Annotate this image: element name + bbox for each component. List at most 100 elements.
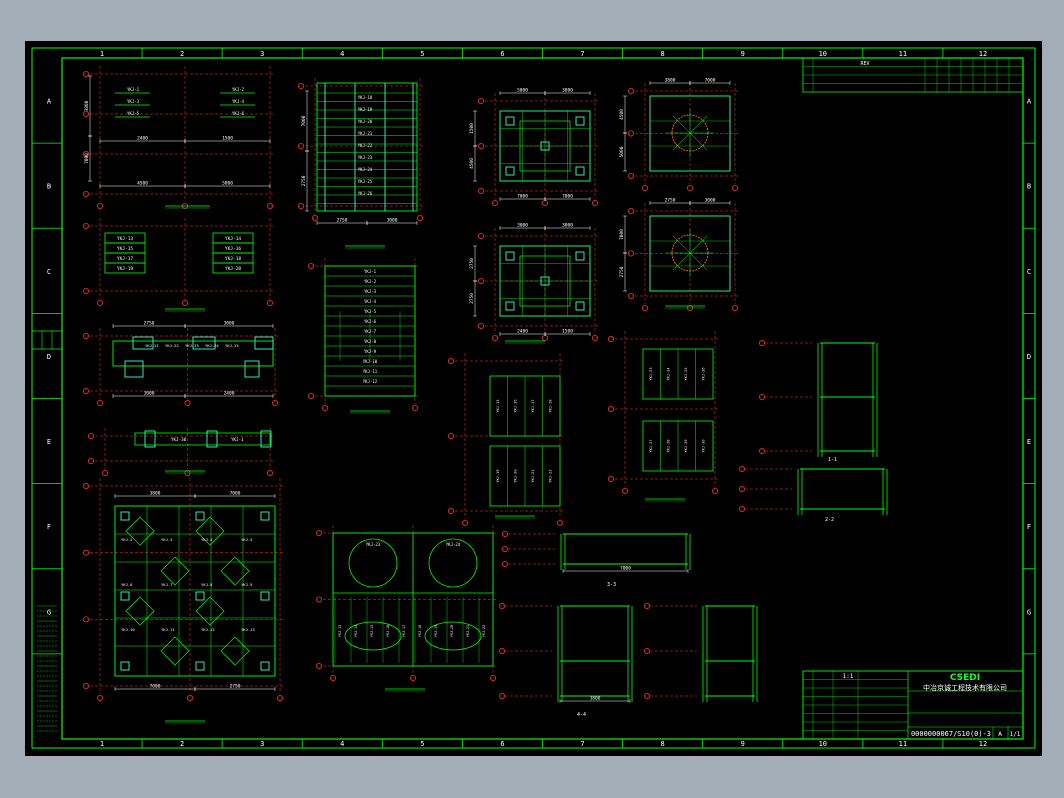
- view12-axis-bubble: [628, 207, 635, 214]
- column-member: [260, 661, 270, 671]
- dim-text: 3800: [562, 88, 573, 94]
- section-label: 4-4: [577, 712, 586, 718]
- column-label-bottom: 10: [819, 740, 827, 748]
- plate-label: YKJ-24: [358, 167, 373, 172]
- row-label-right: B: [1027, 183, 1031, 191]
- dim-text: 2750: [144, 321, 155, 327]
- diamond-plate: [195, 596, 225, 626]
- plate-label: YKJ-2: [232, 87, 245, 92]
- diamond-plate: [160, 636, 190, 666]
- plate-label: YKJ-26: [358, 191, 373, 196]
- plate-label: YKJ-20: [514, 470, 518, 483]
- plate-label: YKJ-6: [364, 319, 377, 324]
- view9-axis-bubble: [592, 199, 599, 206]
- view5-axis-bubble: [83, 616, 90, 623]
- plate-label: YKJ-22: [165, 343, 179, 348]
- row-label-left: B: [47, 183, 51, 191]
- section-5-level-bubble: [644, 648, 651, 655]
- view13-axis-bubble: [447, 357, 454, 364]
- view3-axis-bubble: [83, 332, 90, 339]
- view14-axis-bubble: [608, 335, 615, 342]
- plate-label: YKJ-2: [364, 279, 377, 284]
- column-member: [505, 251, 515, 261]
- plate-label: YKJ-4: [232, 99, 245, 104]
- dim-text: 7000: [619, 229, 625, 240]
- view12-radial-line: [689, 252, 708, 271]
- column-member: [260, 591, 270, 601]
- view2-axis-bubble: [83, 287, 90, 294]
- plate-label: YKJ-9: [364, 349, 377, 354]
- section-label: 3-3: [607, 582, 616, 588]
- plate-label: YKJ-16: [386, 625, 390, 637]
- section-1-level-bubble: [759, 393, 766, 400]
- plate-label: YKJ-7: [364, 329, 377, 334]
- row-label-left: C: [47, 268, 51, 276]
- plate-label: YKJ-15: [370, 625, 374, 637]
- view9-axis-bubble: [477, 187, 484, 194]
- view4-axis-bubble: [88, 457, 95, 464]
- view2-axis-bubble: [266, 299, 273, 306]
- column-label-top: 7: [580, 50, 584, 58]
- dim-text: 4500: [469, 158, 475, 169]
- section-4-level-bubble: [498, 648, 505, 655]
- section-4-level-bubble: [498, 693, 505, 700]
- view4-axis-bubble: [266, 469, 273, 476]
- view2-axis-bubble: [97, 299, 104, 306]
- plate-label: YKJ-26: [702, 368, 706, 381]
- column-label-bottom: 4: [340, 740, 344, 748]
- plate-label: YKJ-29: [684, 440, 688, 453]
- plate-label: YKJ-11: [363, 369, 378, 374]
- view13-axis-bubble: [461, 519, 468, 526]
- dim-text: 2750: [619, 266, 625, 277]
- plate-label: YKJ-23: [649, 368, 653, 381]
- column-label-top: 1: [100, 50, 104, 58]
- cad-drawing: 112233445566778899101011111212A AB BC CD DE E…: [31, 47, 1036, 749]
- view9-axis-bubble: [477, 143, 484, 150]
- view7-axis-bubble: [411, 404, 418, 411]
- column-member: [505, 166, 515, 176]
- row-label-right: F: [1027, 523, 1031, 531]
- plate-label: YKJ-21: [358, 131, 373, 136]
- column-label-top: 2: [180, 50, 184, 58]
- plate-label: YKJ-22: [482, 625, 486, 637]
- plate-label: YKJ-30: [702, 440, 706, 453]
- view11-radial-line: [672, 115, 691, 134]
- view8-axis-bubble: [315, 663, 322, 670]
- plate-label: YKJ-18: [225, 256, 242, 262]
- plate-label: YKJ-27: [649, 440, 653, 453]
- diamond-plate: [160, 556, 190, 586]
- view10-axis-bubble: [592, 334, 599, 341]
- plate-label: YKJ-21: [145, 343, 159, 348]
- dim-text: 3000: [517, 223, 528, 229]
- column-label-bottom: 11: [899, 740, 907, 748]
- view9-axis-bubble: [477, 98, 484, 105]
- view7-axis-bubble: [321, 404, 328, 411]
- section-label: 2-2: [825, 517, 834, 523]
- column-member: [120, 661, 130, 671]
- column-label-bottom: 8: [661, 740, 665, 748]
- column-member: [120, 591, 130, 601]
- view2-axis-bubble: [181, 299, 188, 306]
- dim-text: 5000: [619, 146, 625, 157]
- column-member: [575, 301, 585, 311]
- row-label-left: F: [47, 523, 51, 531]
- plate-label: YKJ-10: [363, 359, 378, 364]
- dim-text: 4500: [137, 181, 148, 187]
- row-label-right: G: [1027, 608, 1031, 616]
- plate-label: YKJ-1: [127, 87, 140, 92]
- dim-text: 1500: [469, 123, 475, 134]
- plate-label: YKJ-19: [358, 107, 373, 112]
- view7-axis-bubble: [307, 392, 314, 399]
- view10-axis-bubble: [491, 334, 498, 341]
- dim-text: 5000: [517, 88, 528, 94]
- scale-value: 1:1: [843, 673, 854, 680]
- section-3-level-bubble: [501, 545, 508, 552]
- dim-text: 1500: [222, 136, 233, 142]
- row-label-left: D: [47, 353, 51, 361]
- plate-label: YKJ-13: [241, 627, 255, 632]
- left-stamp: [31, 330, 63, 350]
- view6-axis-bubble: [297, 83, 304, 90]
- plate-label: YKJ-16: [225, 246, 242, 252]
- row-label-right: C: [1027, 268, 1031, 276]
- dim-text: 7000: [150, 684, 161, 690]
